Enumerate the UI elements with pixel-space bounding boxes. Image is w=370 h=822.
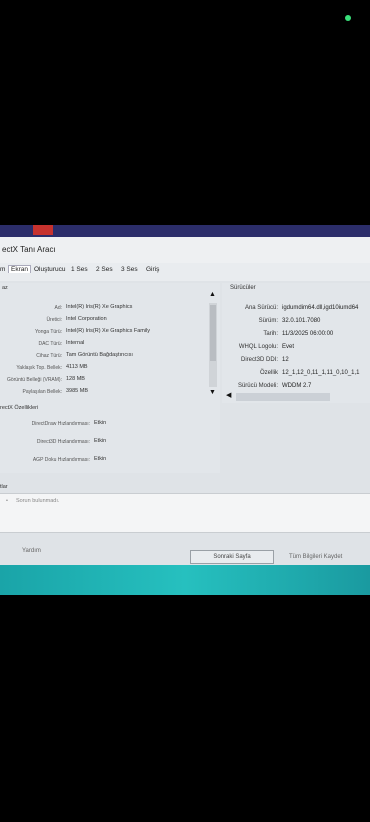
driver-row-value: 12_1,12_0,11_1,11_0,10_1,1 xyxy=(282,370,360,376)
tab-system[interactable]: m xyxy=(0,266,5,273)
tab-bar: m Ekran Oluşturucu 1 Ses 2 Ses 3 Ses Gir… xyxy=(0,263,370,281)
drivers-hscrollbar[interactable] xyxy=(236,393,330,401)
help-button[interactable]: Yardım xyxy=(22,548,41,554)
device-row-label: Ad: xyxy=(54,305,62,311)
tab-sound-3[interactable]: 3 Ses xyxy=(121,266,138,273)
driver-row-value: Evet xyxy=(282,344,295,350)
driver-row-label: Sürücü Modeli: xyxy=(237,383,278,389)
pdf-tab-icon[interactable] xyxy=(33,225,53,235)
directx-features-panel: rectX Özellikleri DirectDraw Hızlandırma… xyxy=(0,403,220,473)
driver-row-value: 32.0.101.7080 xyxy=(282,318,321,324)
scroll-down-icon[interactable]: ▼ xyxy=(209,389,216,396)
drivers-header: Sürücüler xyxy=(230,285,256,291)
directx-row-value: Etkin xyxy=(94,456,107,462)
driver-row-value: 12 xyxy=(282,357,289,363)
notes-header: tlar xyxy=(0,484,8,490)
scroll-up-icon[interactable]: ▲ xyxy=(209,291,216,298)
tab-sound-2[interactable]: 2 Ses xyxy=(96,266,113,273)
tab-sound-1[interactable]: 1 Ses xyxy=(71,266,88,273)
device-row-label: Üretici: xyxy=(46,317,62,323)
tab-display[interactable]: Ekran xyxy=(8,265,31,273)
device-row-value: Intel(R) Iris(R) Xe Graphics Family xyxy=(66,328,151,334)
monitor-screen: ectX Tanı Aracı m Ekran Oluşturucu 1 Ses… xyxy=(0,225,370,595)
device-row-label: DAC Türü: xyxy=(38,341,62,347)
directx-header: rectX Özellikleri xyxy=(0,405,39,411)
notes-bullet: • xyxy=(6,498,8,504)
device-row-label: Yaklaşık Top. Bellek: xyxy=(16,365,62,371)
taskbar xyxy=(0,225,370,237)
notes-box: tlar • Sorun bulunmadı. xyxy=(0,484,370,533)
camera-led xyxy=(345,15,351,21)
next-page-button[interactable]: Sonraki Sayfa xyxy=(190,550,274,564)
device-row-value: 4113 MB xyxy=(66,364,88,370)
device-header: az xyxy=(2,285,8,291)
title-bar: ectX Tanı Aracı xyxy=(0,237,370,264)
directx-row-label: DirectDraw Hızlandırması: xyxy=(31,421,90,427)
device-row-value: Internal xyxy=(66,340,85,346)
directx-row-label: AGP Doku Hızlandırması: xyxy=(32,457,90,463)
device-row-label: Paylaşılan Bellek: xyxy=(22,389,62,395)
driver-row-label: Tarih: xyxy=(263,331,278,337)
notes-text: Sorun bulunmadı. xyxy=(16,498,60,504)
drivers-panel: Sürücüler Ana Sürücü: igdumdim64.dll,igd… xyxy=(222,283,370,403)
driver-row-value: 11/3/2025 06:00:00 xyxy=(282,331,334,337)
driver-row-label: Özellik xyxy=(259,370,278,376)
driver-row-value: WDDM 2.7 xyxy=(282,383,312,389)
driver-row-label: Ana Sürücü: xyxy=(244,305,278,311)
device-row-label: Cihaz Türü: xyxy=(36,353,62,359)
scroll-left-icon[interactable]: ◀ xyxy=(226,391,231,399)
window-title: ectX Tanı Aracı xyxy=(2,245,56,254)
device-row-label: Yonga Türü: xyxy=(35,329,62,335)
save-all-button[interactable]: Tüm Bilgileri Kaydet xyxy=(289,554,342,560)
device-row-value: 128 MB xyxy=(66,376,85,382)
directx-row-value: Etkin xyxy=(94,420,107,426)
device-row-value: 3985 MB xyxy=(66,388,89,394)
device-row-value: Tam Görüntü Bağdaştırıcısı xyxy=(66,352,133,358)
driver-row-label: WHQL Logolu: xyxy=(238,344,278,350)
device-row-value: Intel(R) Iris(R) Xe Graphics xyxy=(66,304,133,310)
device-row-value: Intel Corporation xyxy=(66,316,107,322)
tab-renderer[interactable]: Oluşturucu xyxy=(34,266,65,273)
driver-row-label: Direct3D DDI: xyxy=(240,357,278,363)
tab-input[interactable]: Giriş xyxy=(146,266,159,273)
desktop-strip xyxy=(0,565,370,595)
device-panel: az Ad: Intel(R) Iris(R) Xe Graphics Üret… xyxy=(0,283,220,403)
directx-row-label: Direct3D Hızlandırması: xyxy=(36,439,90,445)
device-row-label: Görüntü Belleği (VRAM): xyxy=(6,377,62,383)
driver-row-label: Sürüm: xyxy=(258,318,278,324)
driver-row-value: igdumdim64.dll,igd10iumd64 xyxy=(282,305,359,311)
directx-row-value: Etkin xyxy=(94,438,107,444)
